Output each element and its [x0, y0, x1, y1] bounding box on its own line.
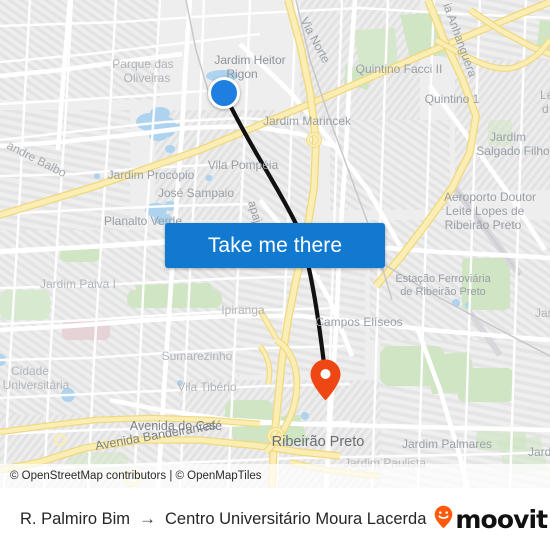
svg-text:Jardim Palmares: Jardim Palmares	[402, 437, 492, 451]
svg-text:Salgado Filho: Salgado Filho	[476, 144, 550, 158]
svg-text:Jardim Heitor: Jardim Heitor	[214, 53, 285, 67]
svg-text:Universitária: Universitária	[3, 378, 70, 392]
svg-text:Ipiranga: Ipiranga	[221, 303, 265, 317]
svg-text:Quintino Facci II: Quintino Facci II	[356, 62, 443, 76]
svg-text:Estação Ferroviária: Estação Ferroviária	[395, 273, 491, 285]
svg-text:Ribeirão Preto: Ribeirão Preto	[445, 218, 522, 232]
moovit-wordmark: moovit	[455, 504, 548, 534]
svg-text:Jardim Marincek: Jardim Marincek	[263, 114, 352, 128]
route-footer: R. Palmiro Bim → Centro Universitário Mo…	[0, 488, 550, 550]
svg-text:Jardim Paiva I: Jardim Paiva I	[40, 277, 116, 291]
route-destination-label: Centro Universitário Moura Lacerda	[165, 509, 427, 528]
svg-text:Cidade: Cidade	[11, 364, 49, 378]
origin-marker[interactable]	[208, 77, 240, 109]
svg-text:Campos Elíseos: Campos Elíseos	[315, 315, 402, 329]
moovit-pin-icon	[434, 505, 453, 534]
route-origin-label: R. Palmiro Bim	[20, 509, 131, 528]
svg-text:Leite Lopes de: Leite Lopes de	[446, 204, 525, 218]
take-me-there-button[interactable]: Take me there	[165, 223, 385, 268]
svg-text:d: d	[542, 102, 549, 116]
moovit-logo[interactable]: moovit	[434, 504, 548, 534]
svg-text:Aeroporto Doutor: Aeroporto Doutor	[444, 190, 536, 204]
svg-text:Ribeirão Preto: Ribeirão Preto	[272, 434, 365, 450]
svg-text:Sumarezinho: Sumarezinho	[162, 349, 233, 363]
svg-text:Vila Tibério: Vila Tibério	[177, 380, 236, 394]
take-me-there-label: Take me there	[207, 233, 343, 257]
svg-text:Parque das: Parque das	[112, 57, 173, 71]
destination-marker[interactable]	[309, 358, 342, 402]
map-attribution[interactable]: © OpenStreetMap contributors | © OpenMap…	[0, 464, 550, 488]
svg-text:Jard: Jard	[535, 306, 550, 320]
moovit-route-screenshot: Parque das Oliveiras Jardim Heitor Rigon…	[0, 0, 550, 550]
svg-text:Quintino 1: Quintino 1	[425, 92, 480, 106]
svg-text:Oliveiras: Oliveiras	[124, 71, 171, 85]
arrow-right-icon: →	[139, 509, 157, 528]
route-summary: R. Palmiro Bim → Centro Universitário Mo…	[20, 509, 426, 529]
svg-text:José Sampaio: José Sampaio	[158, 186, 234, 200]
svg-text:Jardim: Jardim	[490, 130, 526, 144]
svg-text:de Ribeirão Preto: de Ribeirão Preto	[400, 286, 486, 298]
svg-text:Jardim Procópio: Jardim Procópio	[108, 168, 195, 182]
svg-text:Vila Pompéia: Vila Pompéia	[208, 158, 279, 172]
svg-text:Lé: Lé	[540, 88, 550, 102]
svg-text:Jardim Z: Jardim Z	[528, 445, 550, 459]
